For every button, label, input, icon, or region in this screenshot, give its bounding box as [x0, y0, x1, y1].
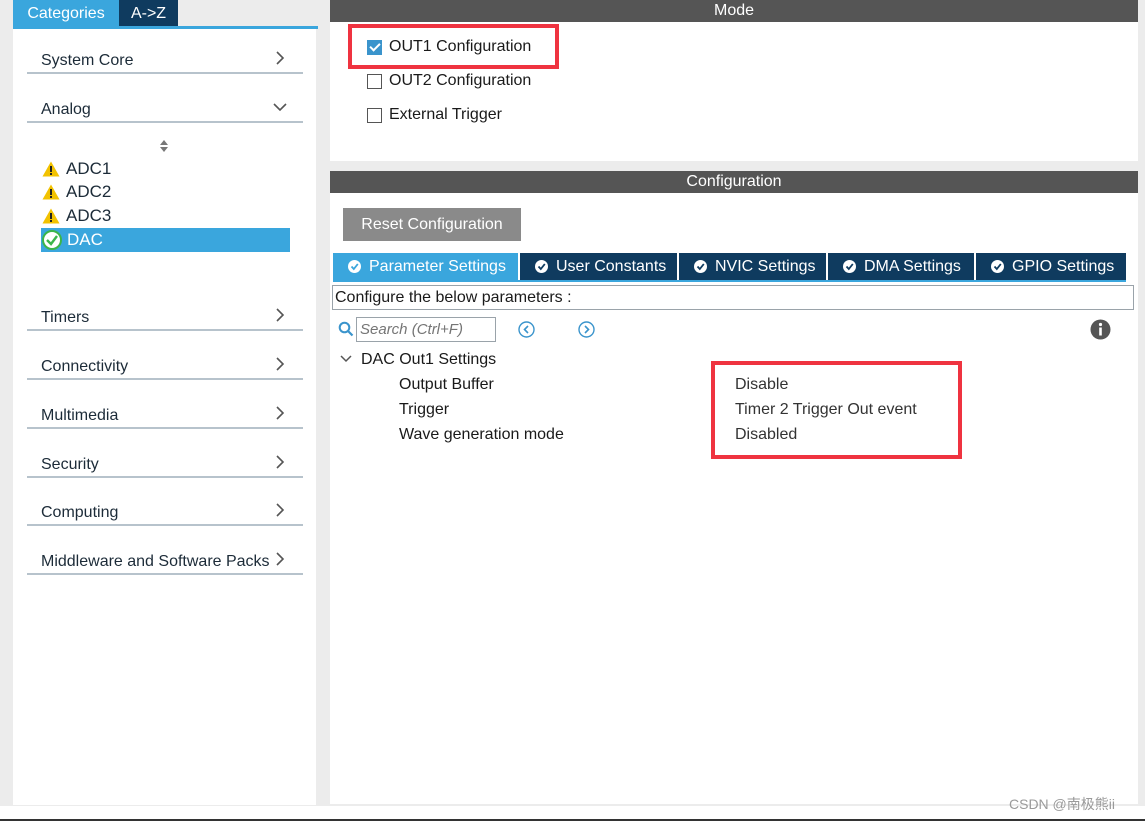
tab-label: NVIC Settings: [715, 258, 816, 275]
analog-item-label: ADC1: [66, 159, 112, 178]
tab-parameter-settings[interactable]: Parameter Settings: [333, 253, 518, 280]
category-label: Timers: [41, 309, 90, 326]
analog-item-label: ADC3: [66, 206, 112, 225]
sort-icon[interactable]: [158, 139, 170, 153]
category-label: Analog: [41, 101, 91, 118]
check-circle-icon: [535, 260, 548, 273]
category-label: Connectivity: [41, 358, 129, 375]
chevron-right-icon: [276, 455, 285, 469]
tab-label: Parameter Settings: [369, 258, 506, 275]
search-input[interactable]: [356, 317, 496, 342]
category-label: Security: [41, 456, 99, 473]
chevron-right-icon: [276, 406, 285, 420]
tab-nvic-settings[interactable]: NVIC Settings: [679, 253, 826, 280]
category-label: Multimedia: [41, 407, 119, 424]
tab-a-to-z[interactable]: A->Z: [119, 0, 178, 26]
chevron-right-icon: [276, 308, 285, 322]
highlight-box-params: [711, 361, 962, 459]
tab-label: DMA Settings: [864, 258, 961, 275]
category-tabbar: Categories A->Z: [13, 0, 318, 29]
chevron-right-icon: [276, 503, 285, 517]
chevron-right-icon: [276, 552, 285, 566]
chevron-right-icon: [276, 51, 285, 65]
tab-dma-settings[interactable]: DMA Settings: [828, 253, 974, 280]
category-connectivity[interactable]: Connectivity: [27, 354, 303, 380]
info-icon[interactable]: [1090, 319, 1111, 340]
group-title: DAC Out1 Settings: [361, 351, 497, 368]
parameters-description: Configure the below parameters :: [332, 285, 1134, 310]
chevron-down-icon[interactable]: [340, 354, 352, 364]
category-label: Computing: [41, 504, 119, 521]
warning-icon: [42, 208, 60, 224]
previous-icon[interactable]: [518, 321, 535, 338]
analog-item-label: ADC2: [66, 182, 112, 201]
category-timers[interactable]: Timers: [27, 305, 303, 331]
tab-user-constants[interactable]: User Constants: [520, 253, 677, 280]
category-middleware[interactable]: Middleware and Software Packs: [27, 549, 303, 575]
param-name-output-buffer: Output Buffer: [399, 376, 494, 393]
warning-icon: [42, 161, 60, 177]
check-circle-icon: [694, 260, 707, 273]
check-circle-icon: [843, 260, 856, 273]
watermark: CSDN @南极熊ii: [1009, 796, 1115, 812]
category-system-core[interactable]: System Core: [27, 48, 303, 74]
chevron-down-icon: [273, 103, 287, 112]
reset-configuration-button[interactable]: Reset Configuration: [343, 208, 521, 241]
analog-item-label: DAC: [67, 230, 103, 249]
tab-label: GPIO Settings: [1012, 258, 1115, 275]
tab-gpio-settings[interactable]: GPIO Settings: [976, 253, 1126, 280]
next-icon[interactable]: [578, 321, 595, 338]
category-multimedia[interactable]: Multimedia: [27, 403, 303, 429]
category-computing[interactable]: Computing: [27, 500, 303, 526]
category-analog[interactable]: Analog: [27, 97, 303, 123]
chevron-right-icon: [276, 357, 285, 371]
analog-item-dac[interactable]: DAC: [41, 228, 290, 252]
highlight-box-mode: [348, 24, 559, 69]
category-security[interactable]: Security: [27, 452, 303, 478]
check-circle-icon: [42, 230, 62, 250]
tab-underline: [333, 280, 1126, 282]
param-name-wave-generation-mode: Wave generation mode: [399, 426, 564, 443]
tab-categories[interactable]: Categories: [13, 0, 119, 26]
mode-header: Mode: [330, 0, 1138, 22]
check-circle-icon: [348, 260, 361, 273]
checkbox-unchecked[interactable]: [367, 74, 382, 89]
check-circle-icon: [991, 260, 1004, 273]
tab-label: User Constants: [556, 258, 667, 275]
category-label: System Core: [41, 52, 134, 69]
configuration-header: Configuration: [330, 171, 1138, 193]
search-icon: [338, 321, 354, 337]
param-name-trigger: Trigger: [399, 401, 450, 418]
checkbox-unchecked[interactable]: [367, 108, 382, 123]
category-label: Middleware and Software Packs: [41, 553, 270, 570]
checkbox-label: OUT2 Configuration: [389, 72, 532, 89]
warning-icon: [42, 184, 60, 200]
checkbox-label: External Trigger: [389, 106, 502, 123]
